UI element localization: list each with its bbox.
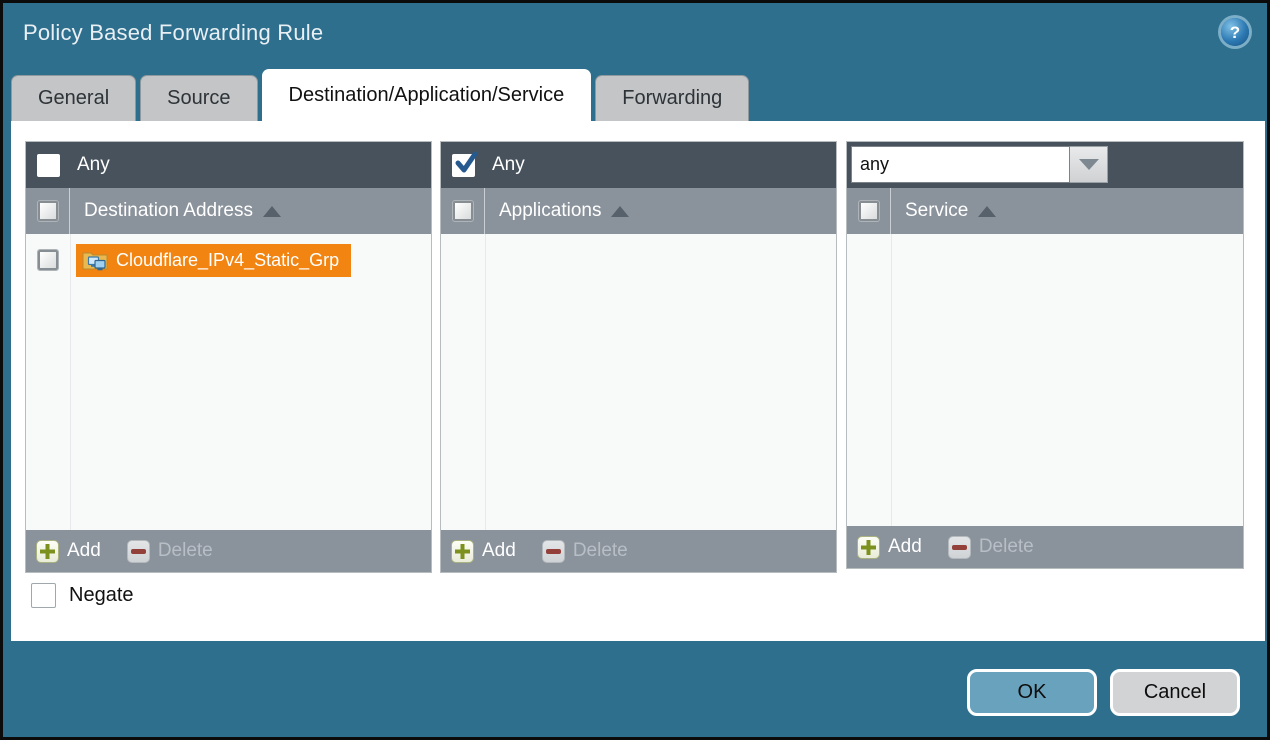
sort-ascending-icon — [611, 206, 629, 217]
applications-header-row: Applications — [441, 188, 836, 234]
service-dropdown-bar: any — [847, 142, 1243, 188]
table-row: Cloudflare_IPv4_Static_Grp — [26, 240, 431, 280]
destination-select-all-checkbox[interactable] — [38, 201, 58, 221]
service-column-header[interactable]: Service — [905, 200, 996, 222]
delete-minus-icon — [542, 540, 565, 563]
service-delete-button[interactable]: Delete — [948, 536, 1034, 559]
destination-any-bar: Any — [26, 142, 431, 188]
sort-ascending-icon — [263, 206, 281, 217]
negate-option: Negate — [31, 583, 134, 608]
help-icon[interactable]: ? — [1221, 18, 1249, 46]
service-dropdown[interactable]: any — [851, 146, 1108, 183]
applications-column: Any Applications Add Delete — [440, 141, 837, 573]
ok-button[interactable]: OK — [967, 669, 1097, 716]
page-title: Policy Based Forwarding Rule — [23, 20, 323, 46]
service-list — [847, 234, 1243, 526]
service-footer: Add Delete — [847, 526, 1243, 568]
cancel-button[interactable]: Cancel — [1110, 669, 1240, 716]
content-panel: Any Destination Address — [11, 121, 1265, 641]
destination-add-button[interactable]: Add — [36, 540, 101, 563]
service-select-all-checkbox[interactable] — [859, 201, 879, 221]
negate-label: Negate — [69, 584, 134, 607]
destination-any-checkbox[interactable] — [37, 154, 60, 177]
check-icon — [454, 151, 478, 175]
delete-minus-icon — [948, 536, 971, 559]
negate-checkbox[interactable] — [31, 583, 56, 608]
destination-list: Cloudflare_IPv4_Static_Grp — [26, 234, 431, 530]
applications-list — [441, 234, 836, 530]
destination-any-label: Any — [77, 154, 110, 176]
chevron-down-icon — [1079, 159, 1099, 170]
applications-any-checkbox[interactable] — [452, 154, 475, 177]
destination-header-row: Destination Address — [26, 188, 431, 234]
add-plus-icon — [451, 540, 474, 563]
applications-any-bar: Any — [441, 142, 836, 188]
applications-delete-button[interactable]: Delete — [542, 540, 628, 563]
tab-general[interactable]: General — [11, 75, 136, 121]
dropdown-button[interactable] — [1070, 146, 1108, 183]
destination-footer: Add Delete — [26, 530, 431, 572]
applications-select-all-checkbox[interactable] — [453, 201, 473, 221]
pbf-rule-dialog: { "window": { "title": "Policy Based For… — [0, 0, 1270, 740]
service-column: any Service Add — [846, 141, 1244, 569]
applications-add-button[interactable]: Add — [451, 540, 516, 563]
tab-bar: General Source Destination/Application/S… — [11, 69, 749, 121]
service-dropdown-value: any — [851, 146, 1070, 183]
add-plus-icon — [857, 536, 880, 559]
destination-delete-button[interactable]: Delete — [127, 540, 213, 563]
tab-destination-application-service[interactable]: Destination/Application/Service — [262, 69, 592, 121]
delete-minus-icon — [127, 540, 150, 563]
add-plus-icon — [36, 540, 59, 563]
applications-any-label: Any — [492, 154, 525, 176]
destination-address-column: Any Destination Address — [25, 141, 432, 573]
service-add-button[interactable]: Add — [857, 536, 922, 559]
address-group-icon — [82, 249, 108, 271]
dialog-actions: OK Cancel — [967, 669, 1240, 716]
destination-row-checkbox[interactable] — [38, 250, 58, 270]
applications-column-header[interactable]: Applications — [499, 200, 629, 222]
destination-address-item[interactable]: Cloudflare_IPv4_Static_Grp — [76, 244, 351, 277]
address-item-label: Cloudflare_IPv4_Static_Grp — [116, 250, 339, 271]
tab-forwarding[interactable]: Forwarding — [595, 75, 749, 121]
destination-column-header[interactable]: Destination Address — [84, 200, 281, 222]
tab-source[interactable]: Source — [140, 75, 257, 121]
sort-ascending-icon — [978, 206, 996, 217]
applications-footer: Add Delete — [441, 530, 836, 572]
service-header-row: Service — [847, 188, 1243, 234]
